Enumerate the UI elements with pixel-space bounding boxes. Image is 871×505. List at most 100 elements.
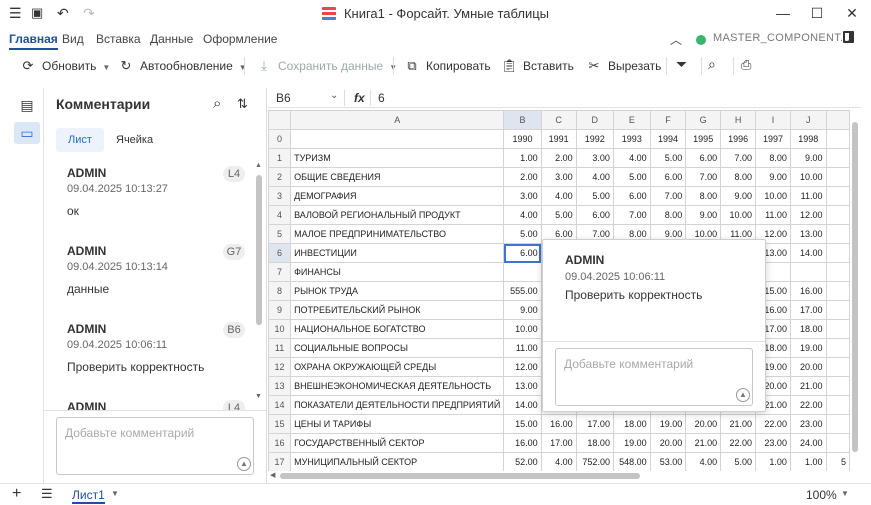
grid-cell[interactable]: 5.00 bbox=[720, 452, 757, 471]
filter-icon[interactable]: ⏷ bbox=[676, 56, 687, 73]
grid-cell[interactable]: 20.00 bbox=[789, 357, 827, 377]
grid-vertical-scrollbar[interactable] bbox=[850, 110, 860, 471]
grid-cell[interactable]: 1993 bbox=[612, 129, 651, 149]
grid-cell[interactable]: 5.00 bbox=[575, 186, 614, 206]
grid-cell[interactable] bbox=[825, 433, 850, 453]
row-header[interactable]: 13 bbox=[268, 376, 292, 396]
grid-cell[interactable]: 22.00 bbox=[789, 395, 827, 415]
grid-cell[interactable]: 16.00 bbox=[503, 433, 542, 453]
grid-cell[interactable]: 6.00 bbox=[575, 205, 614, 225]
grid-cell[interactable] bbox=[825, 205, 850, 225]
grid-cell[interactable]: 1997 bbox=[755, 129, 791, 149]
row-header[interactable]: 16 bbox=[268, 433, 292, 453]
grid-cell[interactable]: ПОКАЗАТЕЛИ ДЕЯТЕЛЬНОСТИ ПРЕДПРИЯТИЙ bbox=[290, 395, 505, 415]
grid-cell[interactable]: 17.00 bbox=[789, 300, 827, 320]
grid-cell[interactable]: 5.00 bbox=[649, 148, 687, 168]
grid-cell[interactable]: 23.00 bbox=[789, 414, 827, 434]
panel-toggle-icon[interactable] bbox=[843, 31, 854, 43]
comment-item[interactable]: ADMIN 09.04.2025 10:13:14 данные G7 bbox=[67, 244, 254, 296]
grid-cell[interactable]: 13.00 bbox=[789, 224, 827, 244]
grid-cell[interactable]: 24.00 bbox=[789, 433, 827, 453]
zoom-level[interactable]: 100% bbox=[806, 488, 837, 502]
grid-cell[interactable]: 4.00 bbox=[540, 186, 577, 206]
grid-cell[interactable] bbox=[825, 243, 850, 263]
grid-cell[interactable]: 52.00 bbox=[503, 452, 542, 471]
close-button[interactable]: ✕ bbox=[841, 3, 863, 23]
cut-button[interactable]: ✂ Вырезать bbox=[586, 58, 662, 74]
grid-cell[interactable]: 10.00 bbox=[503, 319, 542, 339]
send-icon[interactable]: ▲ bbox=[237, 457, 251, 471]
grid-cell[interactable] bbox=[825, 224, 850, 244]
chevron-down-icon[interactable]: ▼ bbox=[841, 489, 849, 498]
grid-cell[interactable]: 20.00 bbox=[649, 433, 687, 453]
sheet-tab[interactable]: Лист1 bbox=[72, 488, 105, 504]
menu-view[interactable]: Вид bbox=[62, 32, 84, 46]
grid-cell[interactable]: 1995 bbox=[685, 129, 722, 149]
grid-cell[interactable]: 11.00 bbox=[503, 338, 542, 358]
grid-cell[interactable]: 548.00 bbox=[612, 452, 651, 471]
column-header[interactable]: D bbox=[575, 110, 614, 130]
column-header[interactable]: F bbox=[649, 110, 687, 130]
grid-cell[interactable]: 21.00 bbox=[720, 414, 757, 434]
filter-settings-icon[interactable]: ⇅ bbox=[237, 96, 248, 112]
grid-cell[interactable] bbox=[825, 376, 850, 396]
grid-cell[interactable]: 4.00 bbox=[612, 148, 651, 168]
column-header[interactable]: H bbox=[720, 110, 757, 130]
grid-cell[interactable]: 21.00 bbox=[789, 376, 827, 396]
grid-cell[interactable]: 21.00 bbox=[685, 433, 722, 453]
paste-button[interactable]: 📋︎ Вставить bbox=[501, 58, 574, 74]
grid-cell[interactable]: 555.00 bbox=[503, 281, 542, 301]
grid-cell[interactable]: 1.00 bbox=[789, 452, 827, 471]
grid-cell[interactable] bbox=[503, 262, 542, 282]
grid-cell[interactable]: 17.00 bbox=[540, 433, 577, 453]
grid-cell[interactable] bbox=[825, 414, 850, 434]
grid-cell[interactable]: 18.00 bbox=[612, 414, 651, 434]
grid-cell[interactable]: 1996 bbox=[720, 129, 757, 149]
row-header[interactable]: 15 bbox=[268, 414, 292, 434]
grid-cell[interactable]: 4.00 bbox=[503, 205, 542, 225]
grid-cell[interactable]: 16.00 bbox=[540, 414, 577, 434]
comments-scrollbar[interactable]: ▲ ▼ bbox=[255, 162, 263, 402]
cell-ref-badge[interactable]: L4 bbox=[223, 400, 245, 410]
grid-cell[interactable]: НАЦИОНАЛЬНОЕ БОГАТСТВО bbox=[290, 319, 505, 339]
grid-cell[interactable]: 7.00 bbox=[685, 167, 722, 187]
grid-cell[interactable]: 5 bbox=[825, 452, 850, 471]
grid-cell[interactable]: 2.00 bbox=[503, 167, 542, 187]
row-header[interactable]: 0 bbox=[268, 129, 292, 149]
grid-cell[interactable]: МАЛОЕ ПРЕДПРИНИМАТЕЛЬСТВО bbox=[290, 224, 505, 244]
grid-cell[interactable] bbox=[825, 262, 850, 282]
column-header[interactable] bbox=[825, 110, 850, 130]
maximize-button[interactable]: ☐ bbox=[806, 3, 828, 23]
tab-sheet[interactable]: Лист bbox=[56, 128, 104, 152]
grid-cell[interactable] bbox=[789, 262, 827, 282]
menu-data[interactable]: Данные bbox=[150, 32, 193, 46]
grid-cell[interactable]: 3.00 bbox=[503, 186, 542, 206]
grid-cell[interactable]: 1990 bbox=[503, 129, 542, 149]
grid-cell[interactable]: 10.00 bbox=[789, 167, 827, 187]
layers-icon[interactable]: ▤ bbox=[14, 94, 40, 116]
grid-cell[interactable]: 22.00 bbox=[720, 433, 757, 453]
send-icon[interactable]: ▲ bbox=[736, 388, 750, 402]
autorefresh-button[interactable]: ↻ Автообновление ▼ bbox=[118, 58, 247, 74]
connection-name[interactable]: MASTER_COMPONENT... bbox=[713, 32, 850, 44]
grid-cell[interactable]: ГОСУДАРСТВЕННЫЙ СЕКТОР bbox=[290, 433, 505, 453]
row-header[interactable]: 3 bbox=[268, 186, 292, 206]
grid-cell[interactable]: 4.00 bbox=[575, 167, 614, 187]
comment-input[interactable]: Добавьте комментарий ▲ bbox=[56, 417, 254, 475]
row-header[interactable]: 2 bbox=[268, 167, 292, 187]
grid-cell[interactable]: 53.00 bbox=[649, 452, 687, 471]
search-icon[interactable]: ⌕ bbox=[213, 95, 221, 112]
grid-cell[interactable]: 12.00 bbox=[789, 205, 827, 225]
grid-cell[interactable]: 2.00 bbox=[540, 148, 577, 168]
grid-cell[interactable]: 1991 bbox=[540, 129, 577, 149]
grid-cell[interactable]: 23.00 bbox=[755, 433, 791, 453]
row-header[interactable]: 6 bbox=[268, 243, 292, 263]
sheet-list-icon[interactable]: ☰ bbox=[41, 486, 53, 502]
menu-home[interactable]: Главная bbox=[9, 32, 58, 50]
grid-cell[interactable]: 3.00 bbox=[540, 167, 577, 187]
grid-cell[interactable] bbox=[825, 167, 850, 187]
grid-cell[interactable]: 14.00 bbox=[789, 243, 827, 263]
grid-cell[interactable]: 16.00 bbox=[789, 281, 827, 301]
grid-cell[interactable] bbox=[825, 300, 850, 320]
grid-cell[interactable]: МУНИЦИПАЛЬНЫЙ СЕКТОР bbox=[290, 452, 505, 471]
